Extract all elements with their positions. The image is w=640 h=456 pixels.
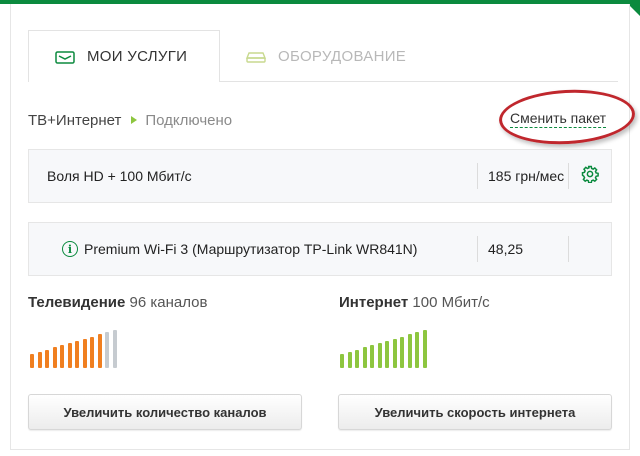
level-bar: [60, 345, 64, 368]
tab-equipment[interactable]: ОБОРУДОВАНИЕ: [220, 30, 432, 82]
equipment-name: i Premium Wi-Fi 3 (Маршрутизатор TP-Link…: [29, 241, 477, 257]
tabs: МОИ УСЛУГИ ОБОРУДОВАНИЕ: [28, 30, 432, 82]
increase-channels-button[interactable]: Увеличить количество каналов: [28, 394, 302, 430]
equipment-price: 48,25: [488, 241, 524, 257]
level-bar: [415, 332, 419, 368]
row-separator: [568, 236, 569, 262]
tab-my-services[interactable]: МОИ УСЛУГИ: [28, 30, 220, 82]
package-row: Воля HD + 100 Мбит/с 185 грн/мес: [28, 149, 612, 203]
level-bar: [385, 340, 389, 368]
level-bar: [362, 347, 367, 368]
level-bar: [407, 334, 412, 368]
level-bar: [422, 330, 427, 368]
gear-icon: [581, 165, 599, 188]
tv-level-indicator: [30, 330, 120, 368]
tv-services-icon: [55, 49, 75, 65]
level-bar: [75, 340, 79, 368]
level-bar: [377, 343, 382, 368]
tv-block-title: Телевидение 96 каналов: [28, 294, 208, 311]
router-equipment-icon: [246, 48, 266, 64]
change-package-link[interactable]: Сменить пакет: [510, 110, 607, 128]
level-bar: [52, 347, 57, 368]
internet-block-title: Интернет 100 Мбит/с: [339, 294, 490, 311]
package-name: Воля HD + 100 Мбит/с: [29, 168, 477, 184]
level-bar: [340, 354, 344, 368]
level-bar: [105, 332, 109, 368]
package-price: 185 грн/мес: [488, 168, 565, 184]
tv-title: Телевидение: [28, 294, 126, 311]
tv-channels: 96 каналов: [129, 294, 208, 311]
service-type: ТВ+Интернет: [28, 111, 122, 129]
package-settings-button[interactable]: [569, 165, 611, 188]
increase-speed-button[interactable]: Увеличить скорость интернета: [338, 394, 612, 430]
level-bar: [400, 336, 404, 368]
level-bar: [355, 349, 359, 368]
services-panel: МОИ УСЛУГИ ОБОРУДОВАНИЕ ТВ+Интернет Подк…: [10, 4, 637, 450]
level-bar: [82, 338, 87, 368]
level-bar: [67, 343, 72, 368]
level-bar: [112, 330, 117, 368]
internet-title: Интернет: [339, 294, 409, 311]
internet-level-indicator: [340, 330, 430, 368]
level-bar: [45, 349, 49, 368]
package-name-text: Воля HD + 100 Мбит/с: [47, 168, 192, 184]
equipment-row: i Premium Wi-Fi 3 (Маршрутизатор TP-Link…: [28, 222, 612, 276]
triangle-right-icon: [131, 116, 138, 124]
status-row: ТВ+Интернет Подключено: [28, 109, 232, 131]
level-bar: [97, 334, 102, 368]
tab-label: ОБОРУДОВАНИЕ: [278, 47, 407, 65]
level-bar: [37, 351, 42, 368]
level-bar: [30, 354, 34, 368]
level-bar: [392, 338, 397, 368]
level-bar: [370, 345, 374, 368]
equipment-name-text: Premium Wi-Fi 3 (Маршрутизатор TP-Link W…: [84, 241, 418, 257]
level-bar: [347, 351, 352, 368]
connection-status: Подключено: [145, 111, 233, 129]
level-bar: [90, 336, 94, 368]
tab-label: МОИ УСЛУГИ: [87, 48, 188, 65]
internet-speed: 100 Мбит/с: [412, 294, 490, 311]
info-icon[interactable]: i: [62, 241, 78, 257]
active-tab-gap: [29, 80, 219, 82]
